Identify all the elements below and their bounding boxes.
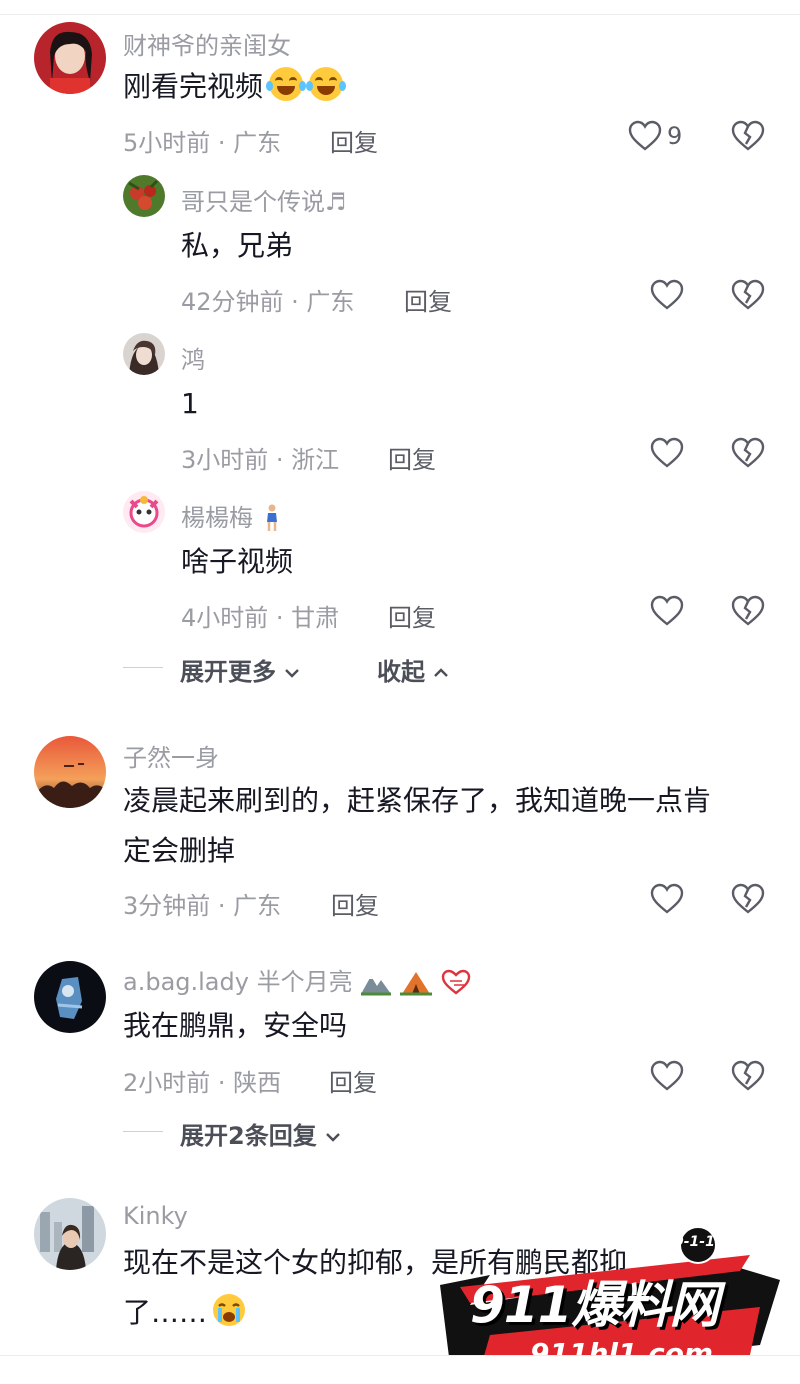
avatar[interactable] [123, 175, 165, 217]
watermark-badge: 9-1-1 [674, 1234, 715, 1250]
watermark-logo: 9-1-1 911爆料网 911hl1.com [430, 1225, 790, 1375]
expand-replies-button[interactable]: 展开2条回复 [180, 1116, 341, 1151]
comment-meta: 5小时前 · 广东 [123, 129, 282, 157]
expand-more-label: 展开更多 [180, 658, 276, 686]
expand-row: 展开2条回复 [123, 1116, 423, 1150]
avatar[interactable] [123, 491, 165, 533]
heart-icon[interactable] [628, 120, 662, 152]
broken-heart-icon[interactable] [731, 120, 765, 152]
collapse-label: 收起 [377, 658, 425, 686]
comment-text-line: 凌晨起来刷到的，赶紧保存了，我知道晚一点肯 [123, 784, 712, 817]
expand-more-button[interactable]: 展开更多 [180, 652, 300, 687]
expand-divider [123, 1131, 163, 1132]
reply-button[interactable]: 回复 [329, 1063, 377, 1098]
comment-author[interactable]: Kinky [123, 1202, 188, 1230]
reply-author[interactable]: 鸿 [181, 340, 205, 375]
comment-text: 凌晨起来刷到的，赶紧保存了，我知道晚一点肯 定会删掉 [123, 776, 783, 876]
heart-icon[interactable] [650, 883, 684, 915]
heart-icon[interactable] [650, 1060, 684, 1092]
broken-heart-icon[interactable] [731, 437, 765, 469]
avatar[interactable] [34, 736, 106, 808]
reply-button[interactable]: 回复 [330, 123, 378, 158]
reply-text: 私，兄弟 [181, 229, 294, 262]
comment-text: 我在鹏鼎，安全吗 [123, 1009, 348, 1042]
reply-author[interactable]: 楊楊梅 [181, 498, 279, 533]
reply-button[interactable]: 回复 [388, 440, 436, 475]
reply-meta: 42分钟前 · 广东 [181, 288, 355, 316]
laugh-cry-emoji [266, 67, 307, 101]
comment-text: 刚看完视频 [123, 62, 347, 112]
collapse-button[interactable]: 收起 [377, 652, 449, 687]
avatar[interactable] [34, 1198, 106, 1270]
like-count: 9 [667, 122, 683, 150]
comment-meta: 3分钟前 · 广东 [123, 892, 282, 920]
avatar[interactable] [34, 961, 106, 1033]
reply-meta: 3小时前 · 浙江 [181, 446, 340, 474]
comment-text-content: 刚看完视频 [123, 70, 264, 103]
reply-text: 1 [181, 387, 199, 420]
comment-author[interactable]: a.bag.lady 半个月亮 [123, 962, 472, 997]
chevron-down-icon [285, 669, 300, 678]
watermark-brand: 911爆料网 [470, 1276, 719, 1334]
broken-heart-icon[interactable] [731, 883, 765, 915]
reply-button[interactable]: 回复 [388, 598, 436, 633]
laugh-cry-emoji [306, 67, 347, 101]
avatar[interactable] [123, 333, 165, 375]
reply-author[interactable]: 哥只是个传说♬ [181, 182, 347, 217]
top-divider [0, 14, 800, 15]
heart-icon[interactable] [650, 437, 684, 469]
avatar[interactable] [34, 22, 106, 94]
heart-outline-emoji [441, 969, 470, 995]
expand-row: 展开更多 收起 [123, 652, 523, 686]
crying-emoji [213, 1294, 246, 1326]
bottom-input-bar[interactable] [0, 1355, 800, 1384]
comment-text-line: 定会删掉 [123, 834, 236, 867]
reply-text: 啥子视频 [181, 545, 294, 578]
mountain-emoji [361, 976, 392, 996]
person-emoji [266, 504, 277, 531]
heart-icon[interactable] [650, 595, 684, 627]
expand-replies-label: 展开2条回复 [180, 1122, 317, 1150]
heart-icon[interactable] [650, 279, 684, 311]
chevron-up-icon [434, 668, 449, 677]
chevron-down-icon [326, 1133, 340, 1142]
reply-button[interactable]: 回复 [404, 282, 452, 317]
comment-author[interactable]: 子然一身 [123, 738, 219, 773]
comment-author[interactable]: 财神爷的亲闺女 [123, 26, 291, 61]
reply-meta: 4小时前 · 甘肃 [181, 604, 340, 632]
camping-emoji [399, 972, 432, 996]
reply-button[interactable]: 回复 [331, 886, 379, 921]
comment-author-name: a.bag.lady 半个月亮 [123, 968, 353, 996]
broken-heart-icon[interactable] [731, 595, 765, 627]
comment-text-content: 了…… [123, 1296, 208, 1329]
reply-author-name: 楊楊梅 [181, 504, 253, 532]
broken-heart-icon[interactable] [731, 279, 765, 311]
expand-divider [123, 667, 163, 668]
comment-meta: 2小时前 · 陕西 [123, 1069, 282, 1097]
broken-heart-icon[interactable] [731, 1060, 765, 1092]
